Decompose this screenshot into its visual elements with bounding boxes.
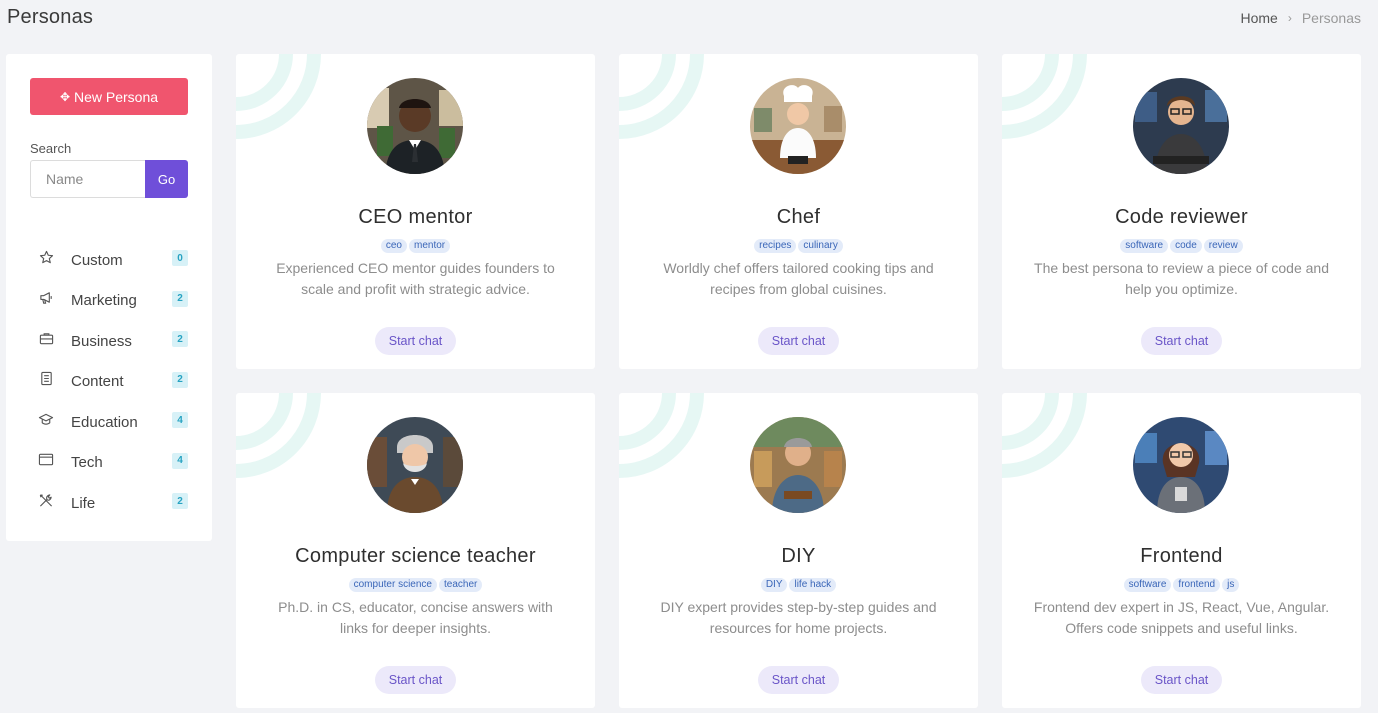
- category-label: Marketing: [71, 292, 137, 310]
- star-icon: [38, 249, 54, 265]
- category-custom[interactable]: Custom 0: [38, 240, 188, 281]
- persona-card-chef: Chef recipes culinary Worldly chef offer…: [619, 54, 978, 369]
- persona-tag[interactable]: DIY: [760, 578, 788, 592]
- persona-card-computer-science-teacher: Computer science teacher computer scienc…: [236, 393, 595, 708]
- persona-tag[interactable]: recipes: [754, 239, 797, 253]
- persona-tag[interactable]: teacher: [439, 578, 483, 592]
- breadcrumb-current: Personas: [1301, 10, 1361, 26]
- briefcase-icon: [38, 330, 54, 346]
- start-chat-button[interactable]: Start chat: [758, 666, 839, 694]
- persona-tags: ceo mentor: [236, 239, 595, 253]
- persona-tags: software code review: [1002, 239, 1361, 253]
- breadcrumb-separator: ›: [1287, 11, 1292, 25]
- page-title: Personas: [7, 6, 94, 28]
- category-count-badge: 2: [172, 331, 188, 347]
- persona-tag[interactable]: mentor: [409, 239, 451, 253]
- browser-window-icon: [38, 452, 54, 468]
- chef-avatar: [750, 78, 846, 174]
- start-chat-button[interactable]: Start chat: [1141, 327, 1222, 355]
- start-chat-button[interactable]: Start chat: [375, 666, 456, 694]
- persona-description: The best persona to review a piece of co…: [1034, 260, 1329, 297]
- category-label: Business: [71, 332, 132, 350]
- persona-tags: software frontend js: [1002, 578, 1361, 592]
- category-count-badge: 0: [172, 250, 188, 266]
- persona-tag[interactable]: review: [1203, 239, 1243, 253]
- category-life[interactable]: Life 2: [38, 483, 188, 524]
- persona-description: Frontend dev expert in JS, React, Vue, A…: [1033, 599, 1330, 636]
- category-count-badge: 4: [172, 452, 188, 469]
- category-marketing[interactable]: Marketing 2: [38, 281, 188, 322]
- sidebar: ✥ New Persona Search Go Custom 0 Marketi…: [6, 54, 212, 541]
- persona-card-code-reviewer: Code reviewer software code review The b…: [1002, 54, 1361, 369]
- start-chat-button[interactable]: Start chat: [758, 327, 839, 355]
- category-label: Education: [71, 413, 138, 431]
- persona-tag[interactable]: computer science: [348, 578, 437, 592]
- search-label: Search: [30, 141, 72, 156]
- breadcrumb-home-link[interactable]: Home: [1240, 10, 1277, 26]
- document-icon: [38, 371, 54, 387]
- go-button[interactable]: Go: [145, 160, 188, 198]
- code-reviewer-avatar: [1133, 78, 1229, 174]
- category-count-badge: 2: [172, 371, 188, 388]
- start-chat-button[interactable]: Start chat: [375, 327, 456, 355]
- persona-title: Frontend: [1140, 545, 1223, 567]
- category-list: Custom 0 Marketing 2 Business 2 Content …: [38, 240, 188, 524]
- persona-title: Chef: [776, 206, 821, 228]
- teacher-avatar: [367, 417, 463, 513]
- category-business[interactable]: Business 2: [38, 321, 188, 362]
- persona-tag[interactable]: software: [1120, 239, 1169, 253]
- persona-card-ceo-mentor: CEO mentor ceo mentor Experienced CEO me…: [236, 54, 595, 369]
- persona-tag[interactable]: software: [1123, 578, 1172, 592]
- persona-tag[interactable]: life hack: [789, 578, 837, 592]
- persona-tag[interactable]: code: [1170, 239, 1202, 253]
- persona-card-frontend: Frontend software frontend js Frontend d…: [1002, 393, 1361, 708]
- category-tech[interactable]: Tech 4: [38, 443, 188, 484]
- category-label: Tech: [71, 454, 103, 472]
- plus-icon: ✥: [59, 89, 70, 104]
- category-label: Life: [71, 494, 96, 512]
- persona-tag[interactable]: js: [1222, 578, 1240, 592]
- persona-tags: DIY life hack: [619, 578, 978, 592]
- persona-description: DIY expert provides step-by-step guides …: [660, 599, 937, 636]
- category-education[interactable]: Education 4: [38, 402, 188, 443]
- category-count-badge: 4: [172, 412, 188, 428]
- persona-title: Computer science teacher: [295, 545, 536, 567]
- start-chat-button[interactable]: Start chat: [1141, 666, 1222, 694]
- top-bar: Personas Home › Personas: [0, 0, 1378, 34]
- ceo-avatar: [367, 78, 463, 174]
- megaphone-icon: [38, 290, 54, 306]
- category-count-badge: 2: [172, 290, 188, 307]
- category-count-badge: 2: [172, 493, 188, 509]
- diy-avatar: [750, 417, 846, 513]
- frontend-avatar: [1133, 417, 1229, 513]
- category-content[interactable]: Content 2: [38, 362, 188, 403]
- persona-description: Experienced CEO mentor guides founders t…: [276, 260, 555, 297]
- new-persona-label: New Persona: [74, 88, 159, 105]
- graduation-cap-icon: [38, 411, 54, 427]
- search-box: Go: [30, 160, 188, 198]
- tools-icon: [38, 492, 54, 508]
- search-input[interactable]: [30, 160, 145, 198]
- persona-tag[interactable]: ceo: [380, 239, 407, 253]
- category-label: Custom: [71, 251, 123, 269]
- persona-tag[interactable]: culinary: [798, 239, 843, 253]
- persona-title: CEO mentor: [358, 206, 473, 228]
- persona-title: Code reviewer: [1115, 206, 1248, 228]
- persona-tags: computer science teacher: [236, 578, 595, 592]
- persona-title: DIY: [781, 545, 816, 567]
- persona-description: Ph.D. in CS, educator, concise answers w…: [278, 599, 553, 636]
- persona-tag[interactable]: frontend: [1173, 578, 1221, 592]
- persona-description: Worldly chef offers tailored cooking tip…: [663, 260, 934, 297]
- new-persona-button[interactable]: ✥ New Persona: [30, 78, 188, 115]
- category-label: Content: [71, 373, 124, 391]
- persona-card-diy: DIY DIY life hack DIY expert provides st…: [619, 393, 978, 708]
- breadcrumb: Home › Personas: [1240, 10, 1361, 26]
- persona-tags: recipes culinary: [619, 239, 978, 253]
